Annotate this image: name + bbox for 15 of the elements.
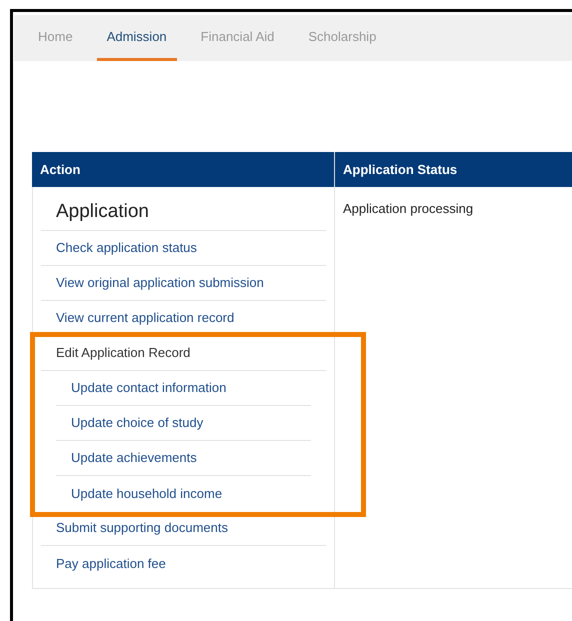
action-link[interactable]: View current application record [56,308,234,328]
nav-tab[interactable]: Admission [96,15,177,61]
status-text: Application processing [343,201,474,216]
section-title: Application [56,200,149,224]
action-link[interactable]: Update household income [71,484,222,504]
action-link[interactable]: Pay application fee [56,554,166,574]
column-header: Application Status [335,152,572,187]
column-header: Action [32,152,334,187]
action-link[interactable]: Update achievements [71,448,197,468]
action-link[interactable]: View original application submission [56,273,264,293]
action-link[interactable]: Submit supporting documents [56,518,228,538]
action-link[interactable]: Update choice of study [71,413,204,433]
action-link[interactable]: Check application status [56,238,197,258]
action-link[interactable]: Update contact information [71,378,226,398]
section-heading: Edit Application Record [56,344,190,362]
